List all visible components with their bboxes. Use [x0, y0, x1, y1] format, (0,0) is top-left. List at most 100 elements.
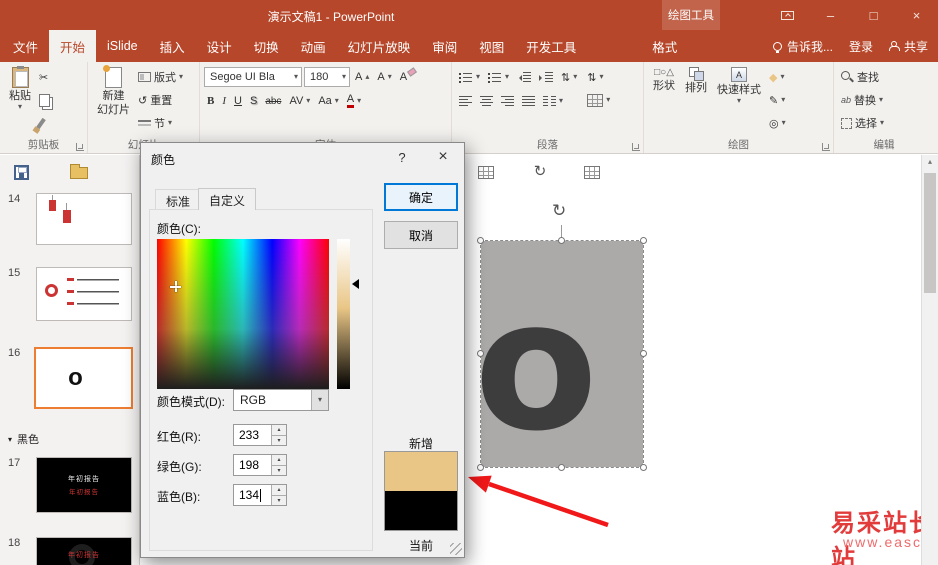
format-painter-button[interactable]	[36, 113, 53, 133]
cancel-button[interactable]: 取消	[384, 221, 458, 249]
replace-button[interactable]: ab 替换 ▾	[838, 90, 930, 110]
decrease-indent-button[interactable]	[514, 67, 534, 87]
resize-handle-w[interactable]	[477, 350, 484, 357]
tab-islide[interactable]: iSlide	[96, 30, 149, 62]
text-direction-button[interactable]: ⇅ ▾	[584, 67, 613, 87]
align-center-button[interactable]	[477, 91, 496, 111]
new-slide-button[interactable]: 新建 幻灯片	[92, 65, 135, 137]
spin-up-button[interactable]: ▴	[272, 425, 286, 435]
reset-button[interactable]: ↺ 重置	[135, 90, 186, 110]
resize-handle-ne[interactable]	[640, 237, 647, 244]
ribbon-display-options-button[interactable]	[766, 0, 809, 30]
ok-button[interactable]: 确定	[384, 183, 458, 211]
bold-button[interactable]: B	[204, 91, 217, 111]
slide-thumbnail-16-selected[interactable]: o	[34, 347, 133, 409]
selected-shape[interactable]: o	[474, 237, 647, 471]
borders-grid-button[interactable]	[579, 160, 605, 184]
tab-format[interactable]: 格式	[641, 30, 688, 62]
font-color-button[interactable]: A ▾	[344, 91, 364, 111]
slide-thumbnail-15[interactable]	[36, 267, 132, 321]
resize-handle-e[interactable]	[640, 350, 647, 357]
bullets-button[interactable]: ▾	[456, 67, 483, 87]
tab-design[interactable]: 设计	[196, 30, 243, 62]
tab-view[interactable]: 视图	[468, 30, 515, 62]
tab-review[interactable]: 审阅	[421, 30, 468, 62]
share-button[interactable]: 共享	[888, 38, 928, 55]
slide-thumbnail-14[interactable]	[36, 193, 132, 245]
scrollbar-thumb[interactable]	[924, 173, 936, 293]
underline-button[interactable]: U	[231, 91, 245, 111]
slide-thumbnail-18[interactable]: 年初报告	[36, 537, 132, 565]
scroll-up-icon[interactable]: ▴	[922, 157, 938, 166]
text-shadow-button[interactable]: S	[247, 91, 260, 111]
increase-indent-button[interactable]	[536, 67, 556, 87]
slide-thumbnail-17[interactable]: 年初报告 年初报告	[36, 457, 132, 513]
paragraph-dialog-launcher[interactable]	[632, 143, 640, 151]
vertical-scrollbar[interactable]: ▴	[921, 155, 938, 565]
maximize-button[interactable]: □	[852, 0, 895, 30]
luminance-slider[interactable]	[352, 279, 359, 289]
tell-me-box[interactable]: 告诉我...	[772, 38, 833, 55]
resize-handle-n[interactable]	[558, 237, 565, 244]
minimize-button[interactable]: –	[809, 0, 852, 30]
arrange-button[interactable]: 排列	[680, 65, 712, 137]
save-button[interactable]	[8, 160, 34, 184]
clear-formatting-button[interactable]: A	[397, 67, 410, 87]
shape-fill-button[interactable]: ◆ ▾	[766, 67, 789, 87]
numbering-button[interactable]: ▾	[485, 67, 512, 87]
layout-button[interactable]: 版式 ▾	[135, 67, 186, 87]
font-name-combo[interactable]: Segoe UI Bla ▾	[204, 67, 302, 87]
align-left-button[interactable]	[456, 91, 475, 111]
strikethrough-button[interactable]: abc	[262, 91, 284, 111]
shrink-font-button[interactable]: A ▾	[374, 67, 394, 87]
spin-up-button[interactable]: ▴	[272, 455, 286, 465]
clipboard-dialog-launcher[interactable]	[76, 143, 84, 151]
grow-font-button[interactable]: A ▴	[352, 67, 372, 87]
shapes-button[interactable]: □○△ 形状	[648, 65, 680, 137]
dialog-close-button[interactable]: ×	[428, 146, 458, 168]
copy-button[interactable]	[36, 90, 53, 110]
rotation-handle[interactable]: ↻	[552, 201, 566, 221]
spin-down-button[interactable]: ▾	[272, 494, 286, 505]
change-case-button[interactable]: Aa ▾	[315, 91, 341, 111]
dropdown-button[interactable]: ▾	[311, 390, 328, 410]
align-text-button[interactable]: ▾	[584, 90, 613, 110]
blue-spinner[interactable]: 134 ▴ ▾	[233, 484, 287, 506]
spin-up-button[interactable]: ▴	[272, 485, 286, 495]
color-mode-dropdown[interactable]: RGB ▾	[233, 389, 329, 411]
paste-button[interactable]: 粘贴 ▾	[4, 65, 36, 137]
resize-handle-se[interactable]	[640, 464, 647, 471]
tab-standard[interactable]: 标准	[155, 189, 202, 210]
spin-down-button[interactable]: ▾	[272, 434, 286, 445]
tab-transitions[interactable]: 切换	[243, 30, 290, 62]
dialog-help-button[interactable]: ?	[392, 150, 412, 165]
table-grid-button[interactable]	[473, 160, 499, 184]
tab-file[interactable]: 文件	[2, 30, 49, 62]
section-button[interactable]: 节 ▾	[135, 113, 186, 133]
tab-custom[interactable]: 自定义	[198, 188, 257, 210]
columns-button[interactable]: ▾	[540, 91, 566, 111]
italic-button[interactable]: I	[219, 91, 229, 111]
close-button[interactable]: ×	[895, 0, 938, 30]
drawing-dialog-launcher[interactable]	[822, 143, 830, 151]
sign-in-button[interactable]: 登录	[849, 38, 873, 55]
tab-slideshow[interactable]: 幻灯片放映	[337, 30, 422, 62]
find-button[interactable]: 查找	[838, 67, 930, 87]
shape-outline-button[interactable]: ✎ ▾	[766, 90, 789, 110]
rotate-object-button[interactable]: ↻	[527, 159, 553, 183]
resize-handle-nw[interactable]	[477, 237, 484, 244]
select-button[interactable]: 选择 ▾	[838, 113, 930, 133]
tab-home[interactable]: 开始	[49, 30, 97, 62]
luminance-bar[interactable]	[337, 239, 350, 389]
red-spinner[interactable]: 233 ▴ ▾	[233, 424, 287, 446]
tab-animations[interactable]: 动画	[290, 30, 337, 62]
tab-insert[interactable]: 插入	[149, 30, 196, 62]
justify-button[interactable]	[519, 91, 538, 111]
font-size-combo[interactable]: 180 ▾	[304, 67, 350, 87]
section-header-black[interactable]: ▾ 黑色	[8, 431, 39, 447]
open-button[interactable]	[66, 161, 92, 185]
cut-button[interactable]: ✂	[36, 67, 53, 87]
spin-down-button[interactable]: ▾	[272, 464, 286, 475]
dialog-resize-grip[interactable]	[450, 543, 462, 555]
gradient-crosshair[interactable]	[170, 281, 181, 292]
